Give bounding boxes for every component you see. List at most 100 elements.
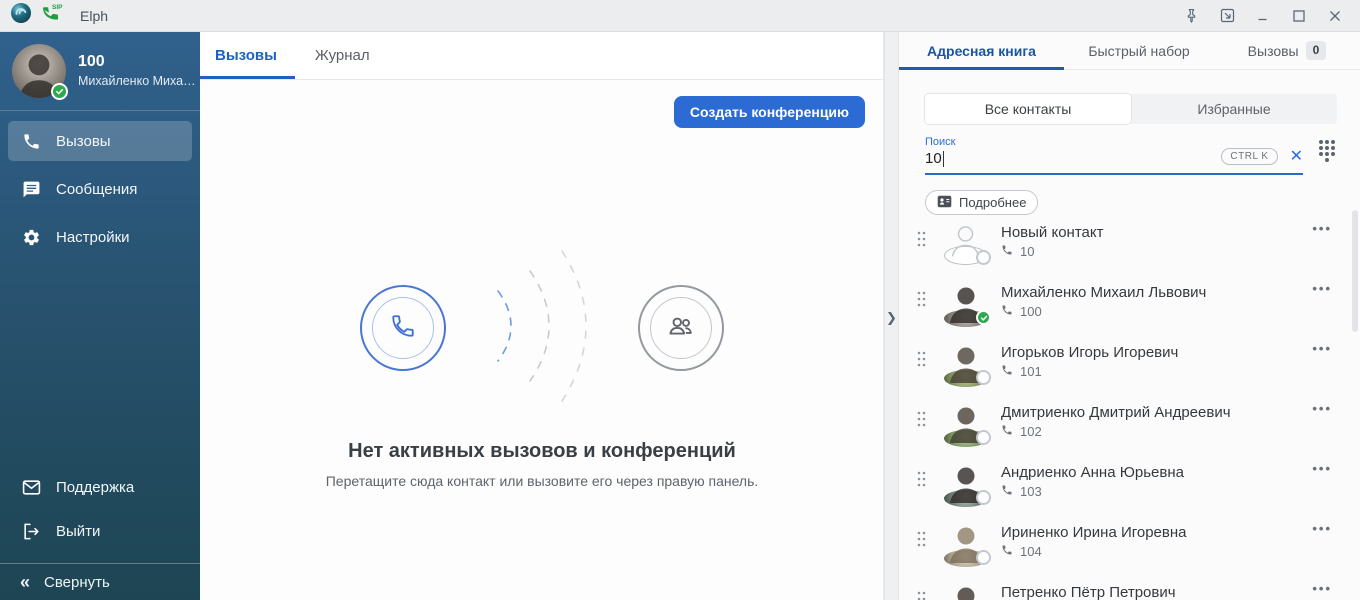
tab-label: Вызовы xyxy=(1248,43,1299,59)
minimize-icon[interactable] xyxy=(1252,5,1274,27)
contact-row[interactable]: Игорьков Игорь Игоревич 101 ••• xyxy=(899,331,1360,391)
tab-label: Вызовы xyxy=(215,47,277,64)
contact-row[interactable]: Петренко Пётр Петрович ••• xyxy=(899,571,1360,600)
drag-handle-icon[interactable] xyxy=(917,531,927,552)
contact-name: Ириненко Ирина Игоревна xyxy=(1001,524,1312,541)
chat-icon xyxy=(20,178,42,200)
sidebar-item-logout[interactable]: Выйти xyxy=(8,511,192,551)
search-input[interactable]: Поиск 10 CTRL K ✕ xyxy=(925,136,1303,175)
drag-handle-icon[interactable] xyxy=(917,471,927,492)
elph-app-window: SIP Elph xyxy=(0,0,1360,600)
clear-search-icon[interactable]: ✕ xyxy=(1290,149,1303,165)
more-menu-icon[interactable]: ••• xyxy=(1312,281,1332,296)
online-status-badge xyxy=(51,83,68,100)
scrollbar-thumb[interactable] xyxy=(1352,210,1358,332)
more-menu-icon[interactable]: ••• xyxy=(1312,221,1332,236)
collapse-window-icon[interactable] xyxy=(1216,5,1238,27)
status-badge xyxy=(976,490,991,505)
status-badge xyxy=(976,430,991,445)
drag-handle-icon[interactable] xyxy=(917,591,927,600)
contact-row[interactable]: Андриенко Анна Юрьевна 103 ••• xyxy=(899,451,1360,511)
online-status-badge xyxy=(976,310,991,325)
more-menu-icon[interactable]: ••• xyxy=(1312,461,1332,476)
main-calls-area: Вызовы Журнал Создать конференцию xyxy=(200,32,884,600)
phone-icon xyxy=(1001,244,1013,259)
shortcut-hint: CTRL K xyxy=(1221,148,1277,165)
double-chevron-left-icon: « xyxy=(20,573,30,591)
collapse-label: Свернуть xyxy=(44,574,110,591)
contacts-panel: Адресная книга Быстрый набор Вызовы 0 Вс… xyxy=(899,32,1360,600)
contact-row[interactable]: Ириненко Ирина Игоревна 104 ••• xyxy=(899,511,1360,571)
contact-row[interactable]: Дмитриенко Дмитрий Андреевич 102 ••• xyxy=(899,391,1360,451)
empty-state-title: Нет активных вызовов и конференций xyxy=(200,440,884,463)
drag-handle-icon[interactable] xyxy=(917,231,927,252)
status-badge xyxy=(976,250,991,265)
drag-handle-icon[interactable] xyxy=(917,351,927,372)
contact-number: 104 xyxy=(1020,544,1042,559)
conference-circle xyxy=(638,285,724,371)
contact-number: 10 xyxy=(1020,244,1034,259)
envelope-icon xyxy=(20,476,42,498)
tab-calls-right[interactable]: Вызовы 0 xyxy=(1214,32,1360,69)
phone-icon xyxy=(1001,364,1013,379)
segment-favorites[interactable]: Избранные xyxy=(1131,94,1337,124)
more-menu-icon[interactable]: ••• xyxy=(1312,401,1332,416)
sidebar-item-calls[interactable]: Вызовы xyxy=(8,121,192,161)
user-extension: 100 xyxy=(78,53,196,71)
tab-label: Журнал xyxy=(315,47,370,64)
elph-logo-icon xyxy=(10,2,32,29)
svg-text:SIP: SIP xyxy=(52,4,63,11)
contact-row[interactable]: Михайленко Михаил Львович 100 ••• xyxy=(899,271,1360,331)
collapse-sidebar-button[interactable]: « Свернуть xyxy=(0,563,200,600)
tab-journal[interactable]: Журнал xyxy=(295,32,390,79)
more-menu-icon[interactable]: ••• xyxy=(1312,521,1332,536)
status-badge xyxy=(976,550,991,565)
tab-speed-dial[interactable]: Быстрый набор xyxy=(1064,32,1214,69)
pin-icon[interactable] xyxy=(1180,5,1202,27)
more-menu-icon[interactable]: ••• xyxy=(1312,341,1332,356)
sidebar-item-settings[interactable]: Настройки xyxy=(8,217,192,257)
text-caret xyxy=(943,151,945,167)
gear-icon xyxy=(20,226,42,248)
sound-waves-icon xyxy=(482,241,602,416)
contact-row[interactable]: Новый контакт 10 ••• xyxy=(899,211,1360,271)
contact-number: 103 xyxy=(1020,484,1042,499)
sip-phone-icon: SIP xyxy=(40,1,66,30)
drag-handle-icon[interactable] xyxy=(917,411,927,432)
tab-address-book[interactable]: Адресная книга xyxy=(899,32,1064,69)
app-title: Elph xyxy=(80,8,108,24)
phone-icon xyxy=(1001,484,1013,499)
tab-label: Быстрый набор xyxy=(1088,43,1189,59)
close-icon[interactable] xyxy=(1324,5,1346,27)
people-icon xyxy=(666,311,696,346)
search-value: 10 xyxy=(925,150,942,167)
sidebar: 100 Михайленко Михаи… Вызовы Сообщения xyxy=(0,32,200,600)
main-tab-bar: Вызовы Журнал xyxy=(200,32,883,80)
sidebar-item-label: Вызовы xyxy=(56,133,111,150)
sidebar-item-label: Поддержка xyxy=(56,479,134,496)
right-tab-bar: Адресная книга Быстрый набор Вызовы 0 xyxy=(899,32,1360,70)
contact-name: Дмитриенко Дмитрий Андреевич xyxy=(1001,404,1312,421)
empty-state-subtitle: Перетащите сюда контакт или вызовите его… xyxy=(200,473,884,489)
dialpad-icon[interactable] xyxy=(1317,138,1337,175)
maximize-icon[interactable] xyxy=(1288,5,1310,27)
contact-name: Михайленко Михаил Львович xyxy=(1001,284,1312,301)
call-circle xyxy=(360,285,446,371)
create-conference-button[interactable]: Создать конференцию xyxy=(674,96,865,128)
user-profile[interactable]: 100 Михайленко Михаи… xyxy=(0,32,200,111)
status-badge xyxy=(976,370,991,385)
phone-icon xyxy=(1001,424,1013,439)
contact-name: Новый контакт xyxy=(1001,224,1312,241)
panel-resize-handle[interactable]: ❯ xyxy=(884,32,899,600)
drag-handle-icon[interactable] xyxy=(917,291,927,312)
segment-all-contacts[interactable]: Все контакты xyxy=(925,94,1131,124)
sidebar-item-label: Настройки xyxy=(56,229,130,246)
tab-calls[interactable]: Вызовы xyxy=(200,32,295,79)
contacts-segmented-control: Все контакты Избранные xyxy=(925,94,1337,124)
more-menu-icon[interactable]: ••• xyxy=(1312,581,1332,596)
sidebar-item-label: Выйти xyxy=(56,523,100,540)
sidebar-item-messages[interactable]: Сообщения xyxy=(8,169,192,209)
phone-icon xyxy=(390,313,416,344)
phone-icon xyxy=(1001,304,1013,319)
sidebar-item-support[interactable]: Поддержка xyxy=(8,467,192,507)
